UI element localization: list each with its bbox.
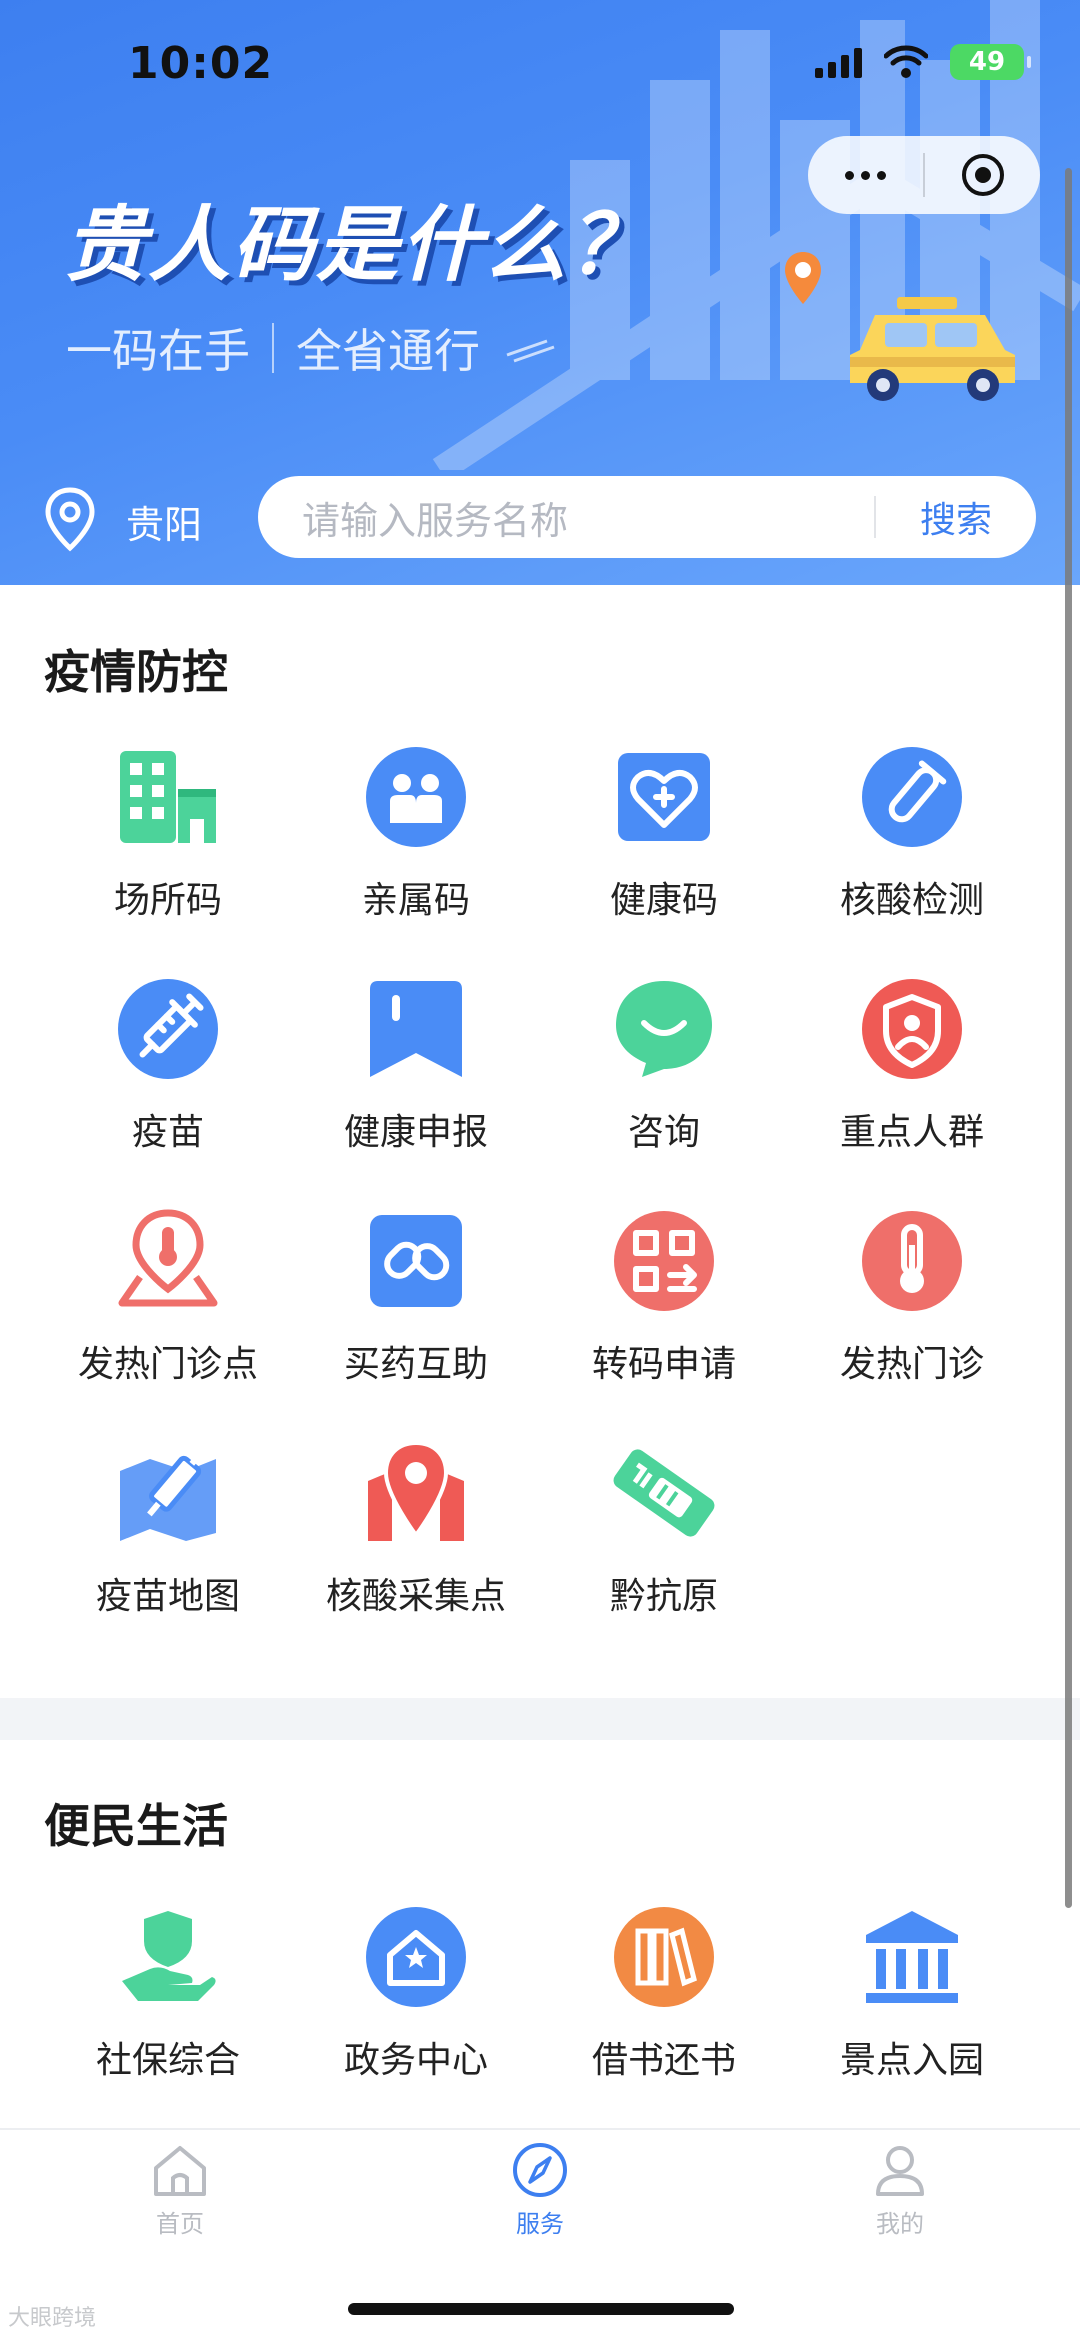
- more-options-icon[interactable]: [808, 136, 923, 214]
- service-item[interactable]: 发热门诊: [788, 1164, 1036, 1396]
- life-service-grid: 社保综合 政务中心 借书还书 景点入园: [0, 1860, 1080, 2092]
- family-icon: [364, 745, 468, 849]
- service-item[interactable]: 社保综合: [44, 1860, 292, 2092]
- vaccine-map-icon: [116, 1441, 220, 1545]
- hero-sub-left: 一码在手: [66, 324, 250, 378]
- location-pin-illustration: [785, 252, 821, 304]
- pills-icon: [364, 1209, 468, 1313]
- service-item[interactable]: 健康申报: [292, 932, 540, 1164]
- city-selector[interactable]: 贵阳: [126, 494, 202, 549]
- section-divider: [0, 1698, 1080, 1740]
- search-input[interactable]: 请输入服务名称: [258, 490, 874, 545]
- service-item-label: 核酸采集点: [325, 1576, 506, 1617]
- section-title-epidemic: 疫情防控: [44, 645, 228, 699]
- gov-house-icon: [364, 1905, 468, 2009]
- thermometer-pin-icon: [116, 1209, 220, 1313]
- tab-service-label: 服务: [516, 2210, 564, 2238]
- service-item-label: 疫苗地图: [95, 1576, 240, 1617]
- user-icon: [876, 2146, 924, 2196]
- service-item-label: 场所码: [113, 880, 222, 921]
- antigen-test-icon: [612, 1441, 716, 1545]
- thermometer-icon: [860, 1209, 964, 1313]
- hero-sub-right: 全省通行: [296, 324, 480, 378]
- service-item-label: 咨询: [627, 1112, 700, 1153]
- hero-title: 贵人码是什么？: [64, 198, 652, 293]
- chat-smile-icon: [612, 977, 716, 1081]
- service-item-label: 核酸检测: [839, 880, 984, 921]
- home-indicator: [348, 2303, 734, 2315]
- service-item[interactable]: 亲属码: [292, 700, 540, 932]
- person-shield-icon: [860, 977, 964, 1081]
- service-item-label: 政务中心: [343, 2040, 488, 2081]
- service-item[interactable]: 政务中心: [292, 1860, 540, 2092]
- scrollbar[interactable]: [1065, 168, 1072, 1908]
- service-item[interactable]: 重点人群: [788, 932, 1036, 1164]
- search-button[interactable]: 搜索: [876, 491, 1036, 543]
- mini-program-capsule: [808, 136, 1040, 214]
- swoosh-icon: [506, 339, 555, 363]
- service-item-label: 发热门诊: [839, 1344, 984, 1385]
- tab-mine[interactable]: 我的: [800, 2140, 1000, 2239]
- qr-transfer-icon: [612, 1209, 716, 1313]
- bookmark-icon: [364, 977, 468, 1081]
- home-icon: [154, 2146, 206, 2196]
- service-item[interactable]: 景点入园: [788, 1860, 1036, 2092]
- search-box[interactable]: 请输入服务名称 搜索: [258, 476, 1036, 558]
- service-item[interactable]: 场所码: [44, 700, 292, 932]
- service-item[interactable]: 健康码: [540, 700, 788, 932]
- service-item-label: 发热门诊点: [77, 1344, 258, 1385]
- service-item[interactable]: 疫苗地图: [44, 1396, 292, 1628]
- epidemic-service-grid: 场所码 亲属码 健康码 核酸检测疫苗 健康申报 咨询 重点人群发热门诊点 买药互助 转码申请 发热…: [0, 700, 1080, 1628]
- service-item[interactable]: 疫苗: [44, 932, 292, 1164]
- museum-icon: [860, 1905, 964, 2009]
- section-title-life: 便民生活: [44, 1799, 228, 1853]
- building-icon: [116, 745, 220, 849]
- syringe-icon: [116, 977, 220, 1081]
- tab-home-label: 首页: [156, 2210, 204, 2238]
- service-item[interactable]: 核酸检测: [788, 700, 1036, 932]
- service-item-label: 亲属码: [361, 880, 470, 921]
- tab-home[interactable]: 首页: [80, 2140, 280, 2239]
- heart-plus-icon: [612, 745, 716, 849]
- tab-service[interactable]: 服务: [440, 2140, 640, 2239]
- location-icon[interactable]: [40, 484, 100, 554]
- test-tube-icon: [860, 745, 964, 849]
- service-item-label: 景点入园: [839, 2040, 984, 2081]
- service-item[interactable]: 核酸采集点: [292, 1396, 540, 1628]
- status-time: 10:02: [128, 38, 274, 89]
- tab-mine-label: 我的: [876, 2210, 924, 2238]
- wifi-icon: [884, 45, 928, 78]
- service-item[interactable]: 买药互助: [292, 1164, 540, 1396]
- service-item-label: 健康码: [609, 880, 718, 921]
- close-target-icon[interactable]: [925, 136, 1040, 214]
- map-pin-icon: [364, 1441, 468, 1545]
- service-item[interactable]: 借书还书: [540, 1860, 788, 2092]
- service-item[interactable]: 咨询: [540, 932, 788, 1164]
- service-item[interactable]: 发热门诊点: [44, 1164, 292, 1396]
- books-icon: [612, 1905, 716, 2009]
- search-row: 贵阳 请输入服务名称 搜索: [0, 474, 1080, 562]
- service-item[interactable]: 转码申请: [540, 1164, 788, 1396]
- hand-shield-icon: [116, 1905, 220, 2009]
- hero-banner[interactable]: 10:02 49 贵人码是什么？ 一码在手 全省通行 贵阳 请输入服务名称 搜索: [0, 0, 1080, 585]
- compass-icon: [513, 2143, 567, 2197]
- taxi-illustration: [850, 297, 1015, 401]
- service-item-label: 重点人群: [839, 1112, 984, 1153]
- service-item-label: 疫苗: [131, 1112, 204, 1153]
- cellular-signal-icon: [815, 46, 862, 78]
- watermark: 大眼跨境: [8, 2306, 97, 2331]
- service-item-label: 买药互助: [343, 1344, 488, 1385]
- service-item-label: 社保综合: [95, 2040, 240, 2081]
- service-item[interactable]: 黔抗原: [540, 1396, 788, 1628]
- battery-indicator: 49: [950, 44, 1031, 80]
- service-item-label: 借书还书: [591, 2040, 736, 2081]
- hero-subtitle: 一码在手 全省通行: [66, 315, 562, 381]
- service-item-label: 健康申报: [343, 1112, 488, 1153]
- status-icons: 49: [815, 42, 1031, 82]
- service-item-label: 黔抗原: [609, 1576, 718, 1617]
- service-item-label: 转码申请: [591, 1344, 736, 1385]
